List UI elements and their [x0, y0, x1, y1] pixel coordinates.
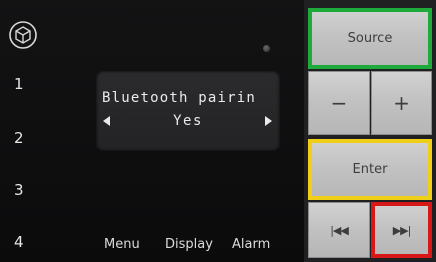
preset-button-4[interactable]: 4	[14, 230, 54, 254]
display-button[interactable]: Display	[165, 237, 213, 252]
volume-up-button[interactable]: +	[371, 71, 432, 135]
display-line-2: Yes	[173, 113, 203, 129]
button-column: Source − + Enter |◀◀ ▶▶|	[304, 0, 436, 262]
previous-track-button[interactable]: |◀◀	[308, 202, 370, 258]
lcd-display: Bluetooth pairin Yes	[96, 71, 280, 151]
source-button[interactable]: Source	[308, 8, 432, 69]
preset-button-2[interactable]: 2	[14, 126, 54, 150]
control-panel: 1 2 3 4 Bluetooth pairin Yes Menu Displa…	[0, 0, 304, 262]
preset-button-1[interactable]: 1	[14, 72, 54, 96]
arrow-right-icon	[265, 116, 272, 126]
cube-logo-icon[interactable]	[8, 20, 38, 50]
display-line-1: Bluetooth pairin	[102, 90, 257, 106]
radio-device: 1 2 3 4 Bluetooth pairin Yes Menu Displa…	[0, 0, 436, 262]
volume-down-button[interactable]: −	[308, 71, 370, 135]
alarm-button[interactable]: Alarm	[232, 237, 270, 252]
next-track-button[interactable]: ▶▶|	[371, 202, 432, 258]
led-indicator	[263, 45, 270, 52]
menu-button[interactable]: Menu	[104, 237, 140, 252]
enter-button[interactable]: Enter	[308, 139, 432, 200]
preset-button-3[interactable]: 3	[14, 178, 54, 202]
